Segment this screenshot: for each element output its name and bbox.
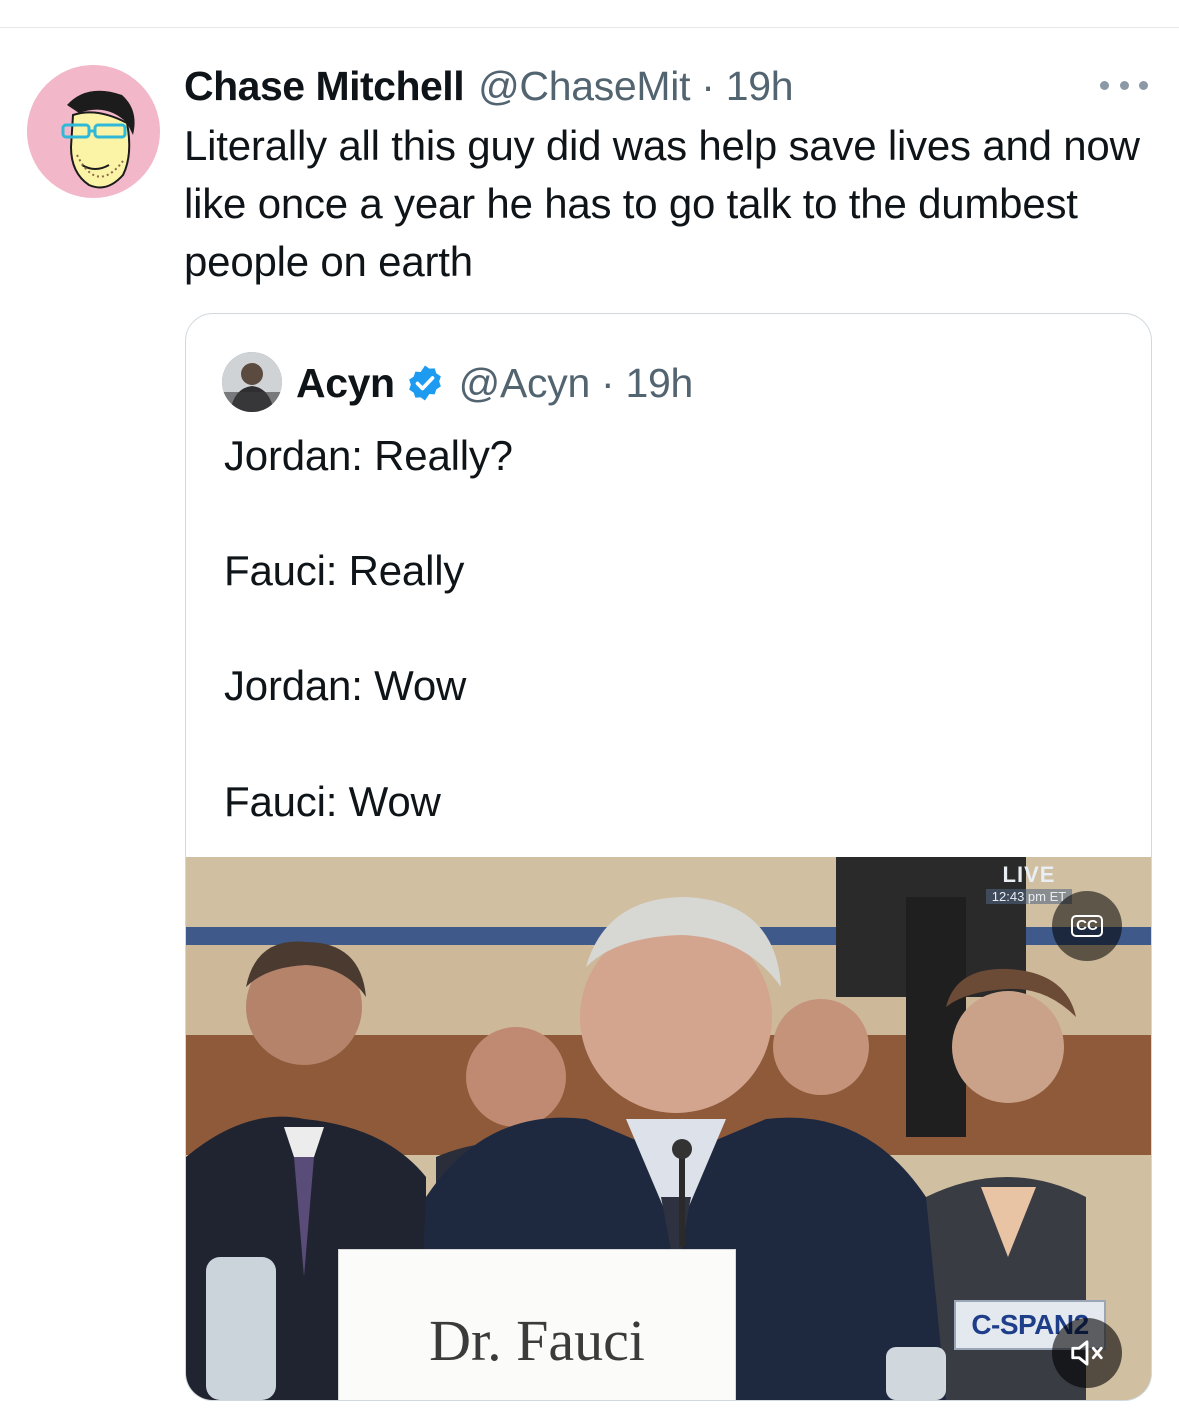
more-horizontal-icon[interactable]: [1100, 70, 1148, 100]
quoted-tweet-header: Acyn @Acyn · 19h: [296, 356, 693, 410]
quote-line-1: Jordan: Really?: [224, 432, 513, 479]
quoted-author-avatar[interactable]: [222, 352, 282, 412]
tweet-header: Chase Mitchell @ChaseMit · 19h: [184, 60, 794, 112]
live-time: 12:43 pm ET: [986, 889, 1072, 904]
top-divider: [0, 27, 1179, 28]
quote-line-4: Fauci: Wow: [224, 778, 441, 825]
person-photo-avatar-icon: [222, 352, 282, 412]
more-dot: [1139, 80, 1148, 90]
name-placard: Dr. Fauci: [338, 1249, 736, 1400]
video-player[interactable]: Dr. Fauci LIVE 12:43 pm ET CC C-SPAN2: [186, 857, 1151, 1400]
quoted-tweet-card[interactable]: Acyn @Acyn · 19h Jordan: Really? Fauci: …: [185, 313, 1152, 1401]
tweet-text: Literally all this guy did was help save…: [184, 122, 1140, 285]
author-avatar[interactable]: [27, 65, 160, 198]
placard-text: Dr. Fauci: [429, 1307, 645, 1373]
cc-icon: CC: [1071, 915, 1103, 937]
author-handle-time[interactable]: @ChaseMit · 19h: [478, 63, 793, 110]
cartoon-face-avatar-icon: [27, 65, 159, 197]
live-label: LIVE: [1002, 862, 1056, 887]
quoted-author-handle-time[interactable]: @Acyn · 19h: [459, 360, 694, 407]
quoted-author-name[interactable]: Acyn: [296, 360, 395, 407]
live-badge: LIVE 12:43 pm ET: [986, 862, 1072, 904]
quote-line-2: Fauci: Really: [224, 547, 465, 594]
closed-captions-button[interactable]: CC: [1052, 891, 1122, 961]
verified-badge-icon: [408, 365, 441, 401]
author-name[interactable]: Chase Mitchell: [184, 63, 465, 110]
speaker-muted-icon: [1071, 1340, 1103, 1366]
quote-line-3: Jordan: Wow: [224, 662, 467, 709]
mute-toggle-button[interactable]: [1052, 1318, 1122, 1388]
more-dot: [1100, 80, 1109, 90]
more-dot: [1119, 80, 1129, 90]
